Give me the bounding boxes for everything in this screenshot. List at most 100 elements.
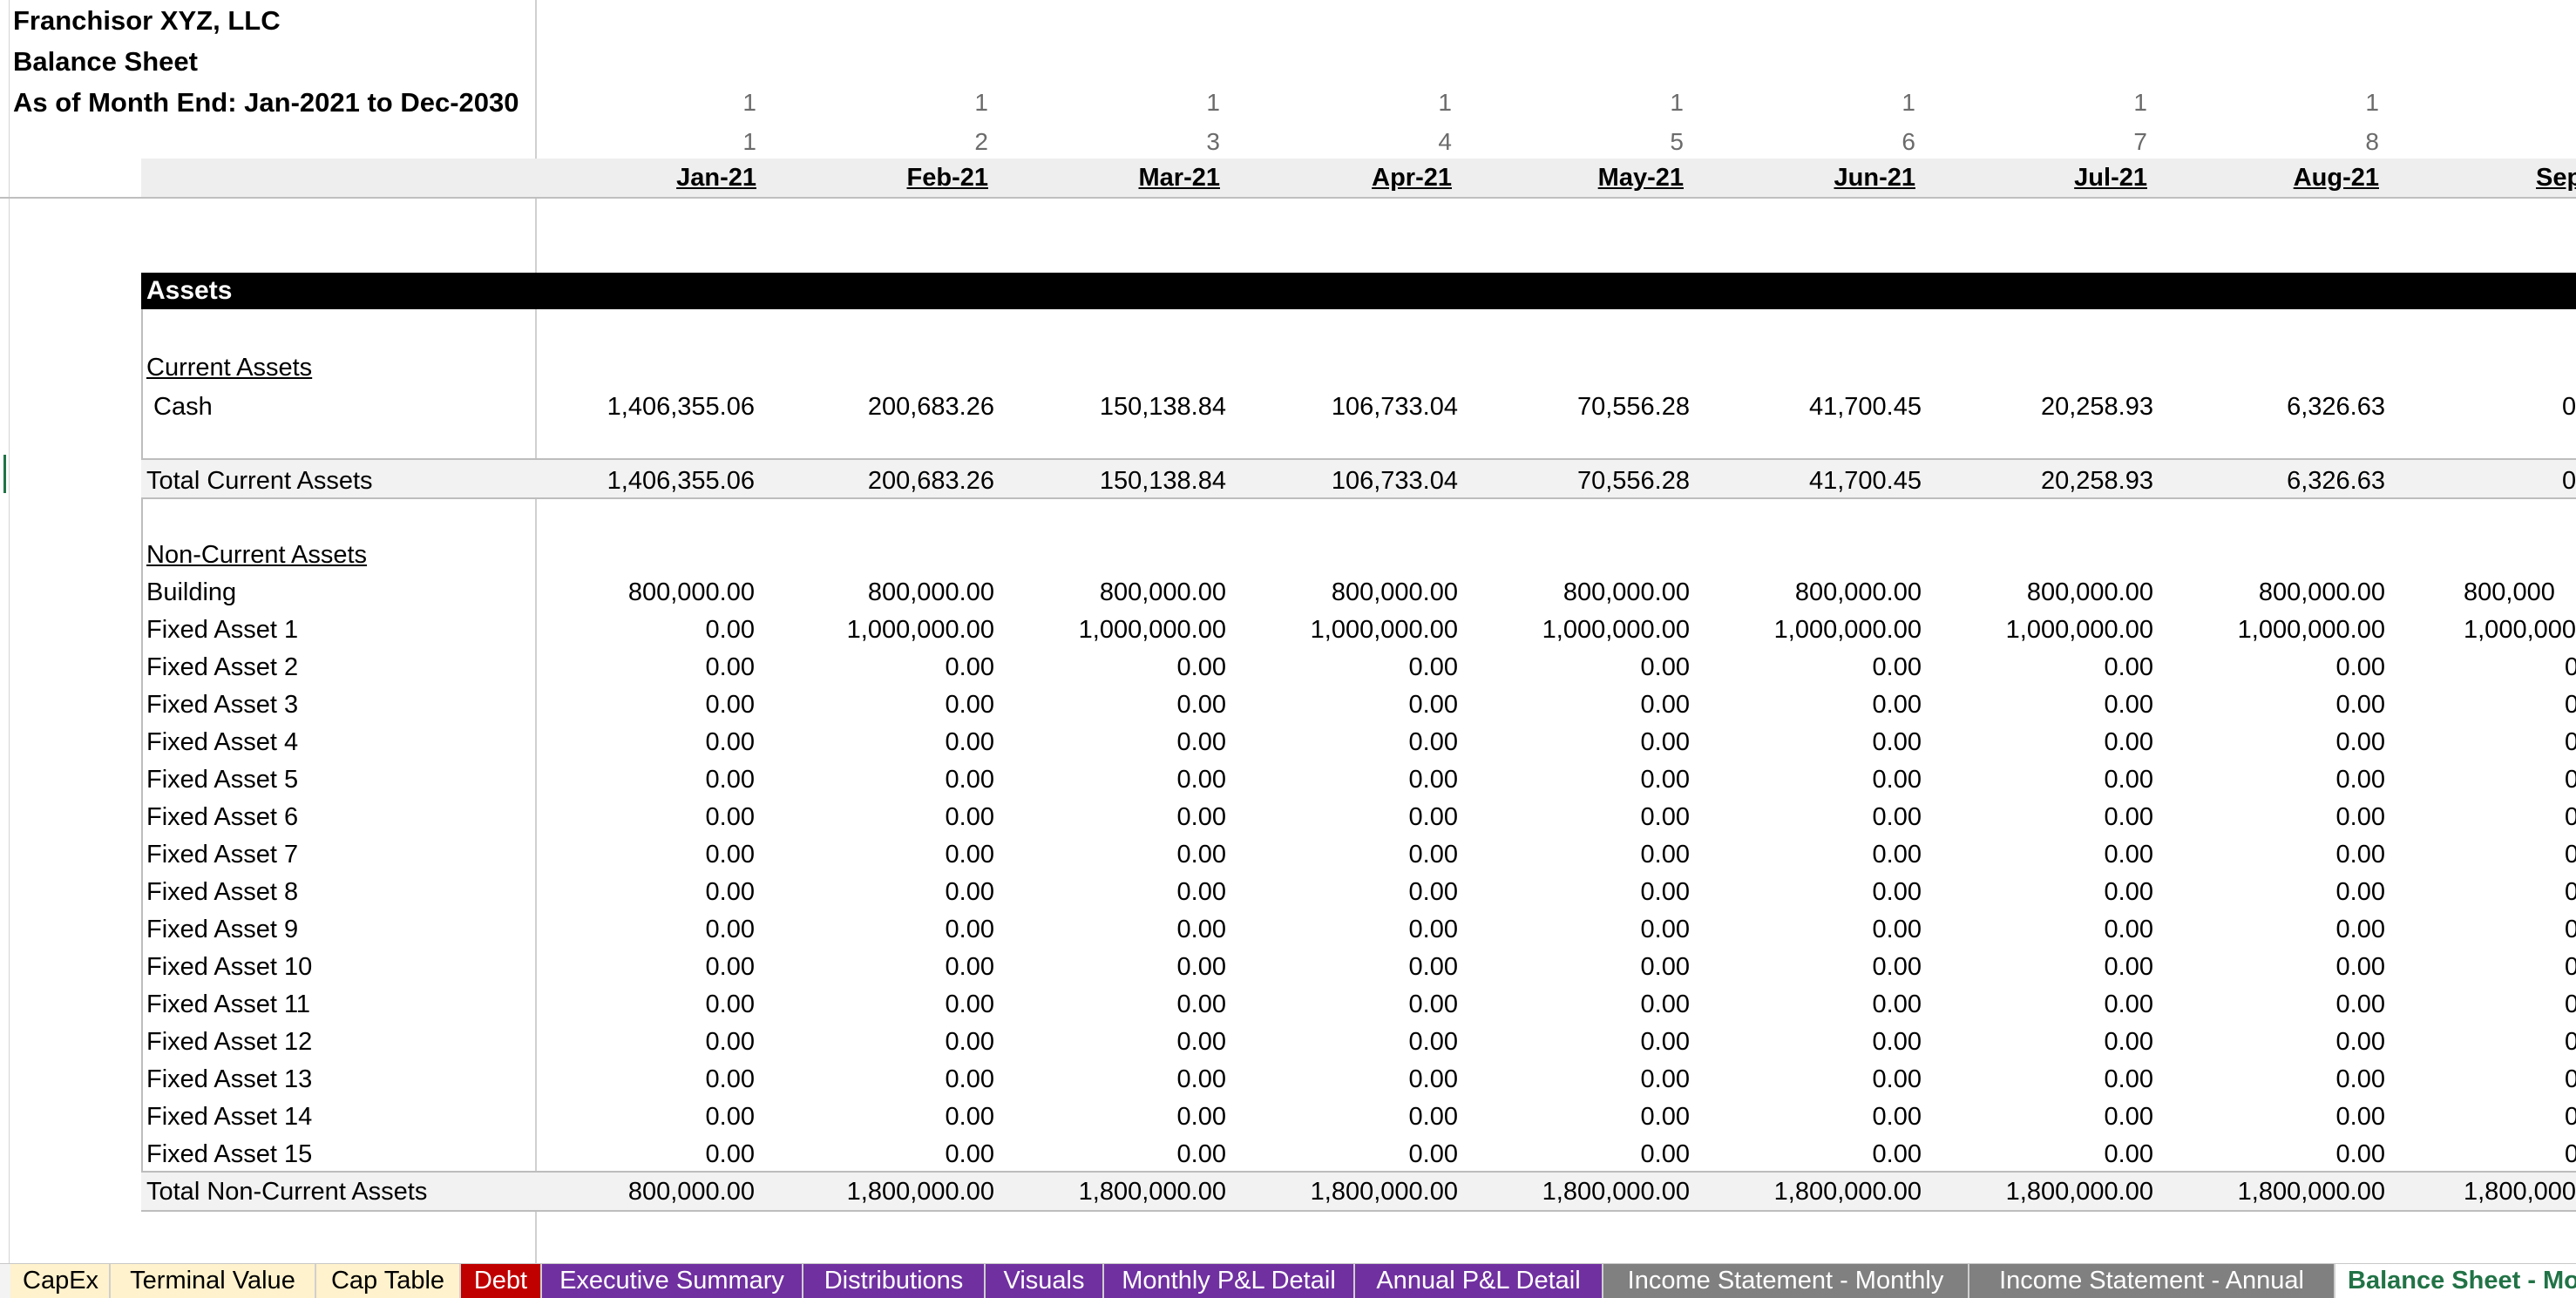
- column-date-header[interactable]: Jun-21: [1698, 159, 1915, 197]
- cell-value[interactable]: 0.00: [776, 723, 994, 761]
- cell-value[interactable]: 0.00: [1472, 648, 1690, 686]
- cell-value[interactable]: 1,800,000.00: [776, 1173, 994, 1211]
- cell-value[interactable]: 0: [2565, 648, 2576, 686]
- cell-value[interactable]: 0.00: [1704, 1060, 1922, 1099]
- cell-value[interactable]: 0: [2565, 835, 2576, 874]
- cell-value[interactable]: 0.00: [776, 1135, 994, 1173]
- column-date-header[interactable]: Jul-21: [1929, 159, 2147, 197]
- report-title[interactable]: Balance Sheet: [13, 43, 198, 81]
- cell-value[interactable]: 800,000.00: [1472, 573, 1690, 612]
- row-label[interactable]: Fixed Asset 15: [146, 1135, 312, 1173]
- cell-value[interactable]: 0.00: [776, 761, 994, 799]
- assets-section-label[interactable]: Assets: [146, 273, 232, 309]
- cell-value[interactable]: 800,000.00: [2167, 573, 2385, 612]
- cell-value[interactable]: 200,683.26: [776, 388, 994, 426]
- cell-value[interactable]: 0.00: [2167, 910, 2385, 949]
- cell-value[interactable]: 106,733.04: [1240, 462, 1458, 500]
- cell-value[interactable]: 0: [2565, 985, 2576, 1024]
- cell-value[interactable]: 0.00: [537, 611, 755, 649]
- sheet-tab[interactable]: Terminal Value: [111, 1264, 316, 1298]
- cell-value[interactable]: 0.00: [1240, 835, 1458, 874]
- row-label[interactable]: Fixed Asset 9: [146, 910, 298, 949]
- cell-value[interactable]: 0.00: [1472, 948, 1690, 986]
- cell-value[interactable]: 800,000.00: [1704, 573, 1922, 612]
- cell-value[interactable]: 0.00: [1008, 798, 1226, 836]
- cell-value[interactable]: 0.00: [1240, 1098, 1458, 1136]
- cell-value[interactable]: 0.00: [1008, 1098, 1226, 1136]
- cell-value[interactable]: 0.00: [2167, 1135, 2385, 1173]
- cell-value[interactable]: 1,800,000.00: [1935, 1173, 2153, 1211]
- cell-value[interactable]: 0.00: [1704, 873, 1922, 911]
- cell-value[interactable]: 1,000,000.00: [1704, 611, 1922, 649]
- cell-value[interactable]: 0.00: [1704, 761, 1922, 799]
- cell-value[interactable]: 800,000.00: [537, 573, 755, 612]
- cell-value[interactable]: 0.00: [537, 723, 755, 761]
- cell-value[interactable]: 0.00: [1935, 1098, 2153, 1136]
- row-label[interactable]: Cash: [153, 388, 213, 426]
- cell-value[interactable]: 1,000,000.00: [1008, 611, 1226, 649]
- cell-value[interactable]: 0.00: [1008, 835, 1226, 874]
- cell-value[interactable]: 0.00: [1008, 1135, 1226, 1173]
- cell-value[interactable]: 0.00: [1935, 873, 2153, 911]
- cell-value[interactable]: 0.00: [537, 1023, 755, 1061]
- cell-value[interactable]: 0.00: [2167, 648, 2385, 686]
- cell-value[interactable]: 0.00: [1704, 1135, 1922, 1173]
- cell-value[interactable]: 0.00: [537, 873, 755, 911]
- cell-value[interactable]: 0.00: [1935, 1135, 2153, 1173]
- company-name[interactable]: Franchisor XYZ, LLC: [13, 2, 281, 40]
- cell-value[interactable]: 150,138.84: [1008, 462, 1226, 500]
- cell-value[interactable]: 0.00: [1240, 873, 1458, 911]
- cell-value[interactable]: 70,556.28: [1472, 462, 1690, 500]
- cell-value[interactable]: 70,556.28: [1472, 388, 1690, 426]
- cell-value[interactable]: 20,258.93: [1935, 462, 2153, 500]
- cell-value[interactable]: 0.00: [1472, 1098, 1690, 1136]
- cell-value[interactable]: 0.00: [1472, 723, 1690, 761]
- cell-value[interactable]: 0.00: [2167, 1098, 2385, 1136]
- cell-value[interactable]: 1,000,000.00: [1472, 611, 1690, 649]
- cell-value[interactable]: 0.00: [1704, 985, 1922, 1024]
- cell-value[interactable]: 1,800,000.00: [1472, 1173, 1690, 1211]
- row-label[interactable]: Fixed Asset 3: [146, 686, 298, 724]
- cell-value[interactable]: 0.00: [2167, 686, 2385, 724]
- cell-value[interactable]: 150,138.84: [1008, 388, 1226, 426]
- column-date-header[interactable]: Sep: [2536, 159, 2576, 197]
- cell-value[interactable]: 0.: [2562, 462, 2576, 500]
- cell-value[interactable]: 0.00: [1935, 798, 2153, 836]
- sheet-tab[interactable]: Monthly P&L Detail: [1104, 1264, 1355, 1298]
- cell-value[interactable]: 0.00: [2167, 798, 2385, 836]
- cell-value[interactable]: 0.00: [537, 948, 755, 986]
- cell-value[interactable]: 1,800,000.00: [1240, 1173, 1458, 1211]
- row-label[interactable]: Total Non-Current Assets: [146, 1173, 427, 1211]
- cell-value[interactable]: 1,000,000: [2464, 611, 2576, 649]
- cell-value[interactable]: 1,800,000.00: [1008, 1173, 1226, 1211]
- cell-value[interactable]: 0.00: [1008, 1060, 1226, 1099]
- row-label[interactable]: Fixed Asset 4: [146, 723, 298, 761]
- cell-value[interactable]: 0.00: [1008, 985, 1226, 1024]
- sheet-tab[interactable]: Distributions: [803, 1264, 986, 1298]
- cell-value[interactable]: 20,258.93: [1935, 388, 2153, 426]
- cell-value[interactable]: 200,683.26: [776, 462, 994, 500]
- cell-value[interactable]: 1,000,000.00: [1240, 611, 1458, 649]
- cell-value[interactable]: 6,326.63: [2167, 462, 2385, 500]
- cell-value[interactable]: 0.00: [1704, 1023, 1922, 1061]
- cell-value[interactable]: 1,800,000.00: [1704, 1173, 1922, 1211]
- cell-value[interactable]: 0.00: [776, 1098, 994, 1136]
- column-date-header[interactable]: Apr-21: [1234, 159, 1452, 197]
- cell-value[interactable]: 0.00: [537, 648, 755, 686]
- cell-value[interactable]: 0.00: [1935, 948, 2153, 986]
- cell-value[interactable]: 106,733.04: [1240, 388, 1458, 426]
- cell-value[interactable]: 0.00: [1240, 648, 1458, 686]
- cell-value[interactable]: 0.00: [1472, 835, 1690, 874]
- cell-value[interactable]: 1,406,355.06: [537, 462, 755, 500]
- sheet-tab[interactable]: CapEx: [10, 1264, 111, 1298]
- cell-value[interactable]: 0: [2565, 761, 2576, 799]
- cell-value[interactable]: 800,000: [2464, 573, 2555, 612]
- cell-value[interactable]: 41,700.45: [1704, 388, 1922, 426]
- cell-value[interactable]: 0.00: [1240, 761, 1458, 799]
- row-label[interactable]: Fixed Asset 5: [146, 761, 298, 799]
- row-label[interactable]: Fixed Asset 12: [146, 1023, 312, 1061]
- row-label[interactable]: Total Current Assets: [146, 462, 373, 500]
- cell-value[interactable]: 0.00: [2167, 723, 2385, 761]
- cell-value[interactable]: 0.00: [1008, 948, 1226, 986]
- cell-value[interactable]: 0: [2565, 873, 2576, 911]
